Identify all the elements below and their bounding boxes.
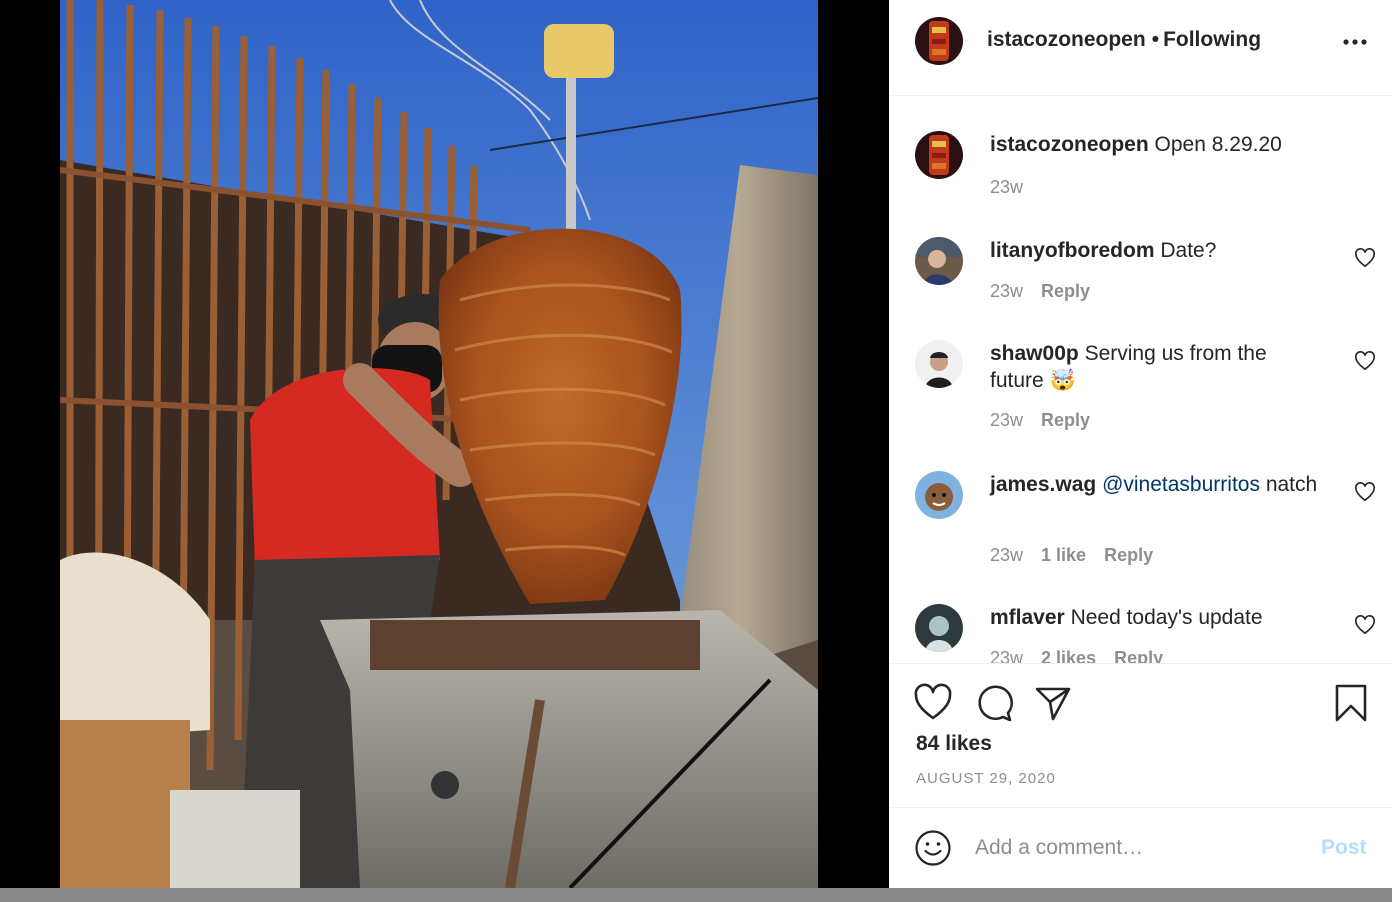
comment-text: Date? [1160, 239, 1217, 262]
caption-username[interactable]: istacozoneopen [990, 133, 1149, 156]
post-media [0, 0, 889, 888]
comment-body: shaw00p Serving us from the future 🤯 [990, 340, 1320, 394]
comment-body: mflaver Need today's update [990, 604, 1330, 631]
reply-button[interactable]: Reply [1041, 410, 1090, 430]
comment-meta: 23w Reply [990, 281, 1108, 302]
post-header-title: istacozoneopen • Following [987, 28, 1261, 52]
comment-time[interactable]: 23w [990, 648, 1023, 663]
commenter-avatar[interactable] [915, 604, 963, 652]
post-actions: 84 likes AUGUST 29, 2020 [889, 663, 1392, 807]
more-horizontal-icon[interactable] [1341, 28, 1371, 52]
comment-username[interactable]: james.wag [990, 473, 1096, 496]
comment-meta: 23w 2 likes Reply [990, 648, 1181, 663]
comment-like-heart-icon[interactable] [1354, 351, 1376, 371]
comment-input[interactable] [975, 828, 1295, 868]
reply-button[interactable]: Reply [1114, 648, 1163, 663]
comment-username[interactable]: shaw00p [990, 342, 1079, 365]
caption-body: istacozoneopen Open 8.29.20 [990, 131, 1370, 158]
comment-text: Need today's update [1070, 606, 1263, 629]
comment-time[interactable]: 23w [990, 545, 1023, 565]
author-avatar[interactable] [915, 17, 963, 65]
comment-body: james.wag @vinetasburritos natch [990, 471, 1330, 498]
comment-like-heart-icon[interactable] [1354, 615, 1376, 635]
commenter-avatar[interactable] [915, 340, 963, 388]
comments-list[interactable]: istacozoneopen Open 8.29.20 23w litanyof… [889, 97, 1392, 663]
comment-meta: 23w Reply [990, 410, 1108, 431]
comment-time[interactable]: 23w [990, 281, 1023, 301]
bookmark-icon[interactable] [1331, 683, 1371, 723]
post-header: istacozoneopen • Following [889, 0, 1392, 96]
add-comment-bar: Post [889, 807, 1392, 888]
post-side-panel: istacozoneopen • Following istacozoneope… [889, 0, 1392, 888]
commenter-avatar[interactable] [915, 237, 963, 285]
comment-username[interactable]: mflaver [990, 606, 1065, 629]
caption-meta: 23w [990, 177, 1041, 198]
comment-text: natch [1265, 473, 1318, 496]
caption-time[interactable]: 23w [990, 177, 1023, 197]
following-button[interactable]: Following [1163, 28, 1261, 51]
likes-count[interactable]: 84 likes [916, 732, 992, 756]
post-photo[interactable] [60, 0, 818, 888]
heart-icon[interactable] [913, 683, 953, 723]
comment-meta: 23w 1 like Reply [990, 545, 1171, 566]
comment-icon[interactable] [974, 683, 1014, 723]
commenter-avatar[interactable] [915, 471, 963, 519]
caption-text: Open 8.29.20 [1154, 133, 1282, 156]
share-icon[interactable] [1033, 683, 1073, 723]
comment-like-heart-icon[interactable] [1354, 482, 1376, 502]
author-username[interactable]: istacozoneopen [987, 28, 1146, 51]
comment-likes-count[interactable]: 2 likes [1041, 648, 1096, 663]
comment-like-heart-icon[interactable] [1354, 248, 1376, 268]
reply-button[interactable]: Reply [1104, 545, 1153, 565]
comment-mention-link[interactable]: @vinetasburritos [1102, 473, 1260, 496]
comment-likes-count[interactable]: 1 like [1041, 545, 1086, 565]
post-comment-button[interactable]: Post [1321, 836, 1367, 860]
comment-time[interactable]: 23w [990, 410, 1023, 430]
comment-username[interactable]: litanyofboredom [990, 239, 1155, 262]
reply-button[interactable]: Reply [1041, 281, 1090, 301]
smiley-icon[interactable] [914, 829, 952, 867]
comment-body: litanyofboredom Date? [990, 237, 1320, 264]
separator-dot: • [1151, 28, 1160, 51]
bottom-edge-bar [0, 888, 1392, 902]
post-date[interactable]: AUGUST 29, 2020 [916, 770, 1056, 787]
caption-avatar[interactable] [915, 131, 963, 179]
